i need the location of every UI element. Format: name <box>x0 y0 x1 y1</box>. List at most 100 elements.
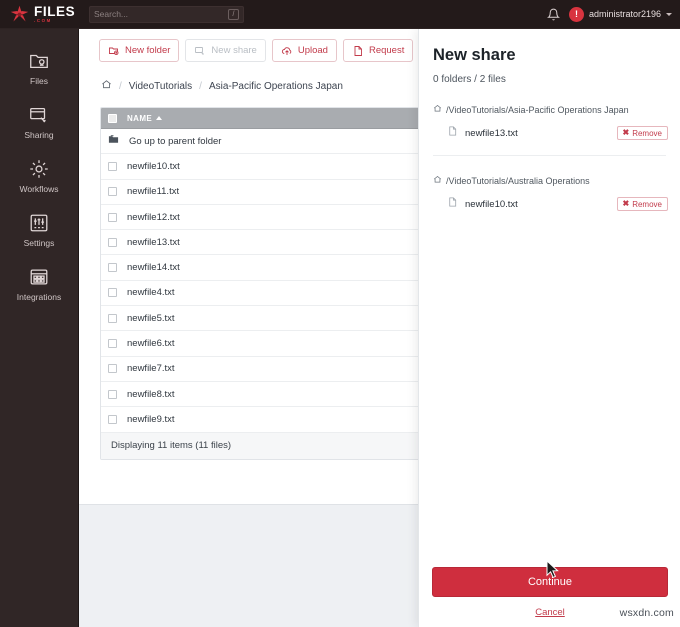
sidebar-item-files[interactable]: Files <box>0 41 78 95</box>
sidebar: Files Sharing Workflows Settings Integra… <box>0 29 79 627</box>
row-checkbox[interactable] <box>108 288 117 298</box>
app-root: FILES .COM Search... / ! administrator21… <box>0 0 680 627</box>
chevron-down-icon <box>666 12 672 16</box>
request-label: Request <box>368 45 405 56</box>
mouse-cursor <box>546 559 559 584</box>
parent-folder-row[interactable]: Go up to parent folder <box>101 129 431 155</box>
topbar-right-group: ! administrator2196 <box>546 6 680 22</box>
sharing-icon <box>28 104 50 126</box>
close-icon: ✖ <box>622 128 630 137</box>
table-row[interactable]: newfile9.txt <box>101 407 431 433</box>
avatar: ! <box>568 6 584 22</box>
share-group-path-label: /VideoTutorials/Asia-Pacific Operations … <box>446 104 629 115</box>
sidebar-item-integrations[interactable]: Integrations <box>0 257 78 311</box>
share-file-name: newfile13.txt <box>465 127 518 139</box>
file-name-label: newfile6.txt <box>127 338 175 350</box>
remove-button[interactable]: ✖ Remove <box>616 126 668 140</box>
sidebar-item-label: Sharing <box>24 130 54 140</box>
file-rows-container: newfile10.txt newfile11.txt newfile12.txt n… <box>101 154 431 433</box>
file-name-label: newfile8.txt <box>127 388 175 400</box>
column-header-name[interactable]: NAME <box>127 114 163 123</box>
select-all-checkbox[interactable] <box>108 113 117 123</box>
remove-label: Remove <box>632 128 662 138</box>
sidebar-item-workflows[interactable]: Workflows <box>0 149 78 203</box>
home-icon <box>433 175 442 186</box>
table-row[interactable]: newfile8.txt <box>101 381 431 408</box>
row-checkbox[interactable] <box>108 237 117 247</box>
sort-ascending-icon <box>156 116 163 120</box>
brand-logo[interactable]: FILES .COM <box>0 4 82 25</box>
file-name-label: newfile12.txt <box>127 211 180 223</box>
table-row[interactable]: newfile6.txt <box>101 331 431 357</box>
row-checkbox[interactable] <box>108 187 117 197</box>
bell-icon[interactable] <box>546 8 560 21</box>
new-share-icon <box>194 45 206 57</box>
row-checkbox[interactable] <box>108 339 117 349</box>
user-name: administrator2196 <box>588 9 661 19</box>
file-name-label: newfile5.txt <box>127 312 175 324</box>
file-icon <box>447 124 458 142</box>
sliders-icon <box>28 212 50 234</box>
parent-folder-label: Go up to parent folder <box>129 135 222 147</box>
row-checkbox[interactable] <box>108 313 117 323</box>
share-file-row: newfile10.txt ✖ Remove <box>431 186 668 213</box>
table-row[interactable]: newfile11.txt <box>101 179 431 205</box>
row-checkbox[interactable] <box>108 161 117 171</box>
search-input[interactable]: Search... / <box>89 5 244 23</box>
table-row[interactable]: newfile5.txt <box>101 306 431 332</box>
sidebar-item-label: Files <box>30 76 48 86</box>
upload-button[interactable]: Upload <box>271 39 337 62</box>
share-groups-container: /VideoTutorials/Asia-Pacific Operations … <box>419 85 680 213</box>
home-icon[interactable] <box>101 79 112 93</box>
brand-suffix: .COM <box>34 18 52 24</box>
file-name-label: newfile11.txt <box>127 186 180 198</box>
file-table-footer: Displaying 11 items (11 files) <box>101 432 431 459</box>
file-table: NAME Go up to parent folder newfile10.tx… <box>100 107 432 460</box>
table-row[interactable]: newfile7.txt <box>101 356 431 382</box>
brand-wordmark: FILES .COM <box>34 5 75 24</box>
share-group: /VideoTutorials/Asia-Pacific Operations … <box>419 85 680 156</box>
sidebar-item-label: Integrations <box>16 292 62 302</box>
grid-icon <box>28 266 50 288</box>
share-group-path: /VideoTutorials/Asia-Pacific Operations … <box>431 85 668 115</box>
share-file-name: newfile10.txt <box>465 198 518 210</box>
new-share-button: New share <box>185 39 266 62</box>
sidebar-item-sharing[interactable]: Sharing <box>0 95 78 149</box>
row-checkbox[interactable] <box>108 263 117 273</box>
breadcrumb-separator: / <box>199 80 202 92</box>
panel-selection-count: 0 folders / 2 files <box>433 74 506 85</box>
user-menu[interactable]: ! administrator2196 <box>568 6 672 22</box>
request-button[interactable]: Request <box>342 39 414 62</box>
parent-folder-icon <box>108 134 119 148</box>
files-icon <box>28 50 50 72</box>
share-file-row: newfile13.txt ✖ Remove <box>431 115 668 142</box>
table-row[interactable]: newfile14.txt <box>101 255 431 281</box>
file-name-label: newfile13.txt <box>127 236 180 248</box>
share-group-path: /VideoTutorials/Australia Operations <box>431 156 668 186</box>
share-group-path-label: /VideoTutorials/Australia Operations <box>446 175 590 186</box>
file-icon <box>447 195 458 213</box>
table-row[interactable]: newfile12.txt <box>101 204 431 231</box>
remove-button[interactable]: ✖ Remove <box>616 197 668 211</box>
row-checkbox[interactable] <box>108 414 117 424</box>
table-row[interactable]: newfile10.txt <box>101 154 431 180</box>
search-shortcut-badge: / <box>228 8 239 20</box>
gear-icon <box>28 158 50 180</box>
search-placeholder: Search... <box>94 9 129 19</box>
table-row[interactable]: newfile4.txt <box>101 280 431 307</box>
file-name-label: newfile14.txt <box>127 262 180 274</box>
breadcrumb-item-1[interactable]: VideoTutorials <box>129 81 192 92</box>
row-checkbox[interactable] <box>108 389 117 399</box>
share-group: /VideoTutorials/Australia Operations newf… <box>419 156 680 213</box>
row-checkbox[interactable] <box>108 364 117 374</box>
upload-cloud-icon <box>281 45 293 57</box>
table-row[interactable]: newfile13.txt <box>101 230 431 256</box>
new-folder-button[interactable]: New folder <box>99 39 180 62</box>
file-name-label: newfile4.txt <box>127 287 175 299</box>
sidebar-item-settings[interactable]: Settings <box>0 203 78 257</box>
new-folder-icon <box>108 45 120 57</box>
row-checkbox[interactable] <box>108 212 117 222</box>
top-bar: FILES .COM Search... / ! administrator21… <box>0 0 680 29</box>
breadcrumb-item-2[interactable]: Asia-Pacific Operations Japan <box>209 81 343 92</box>
sidebar-item-label: Workflows <box>19 184 59 194</box>
